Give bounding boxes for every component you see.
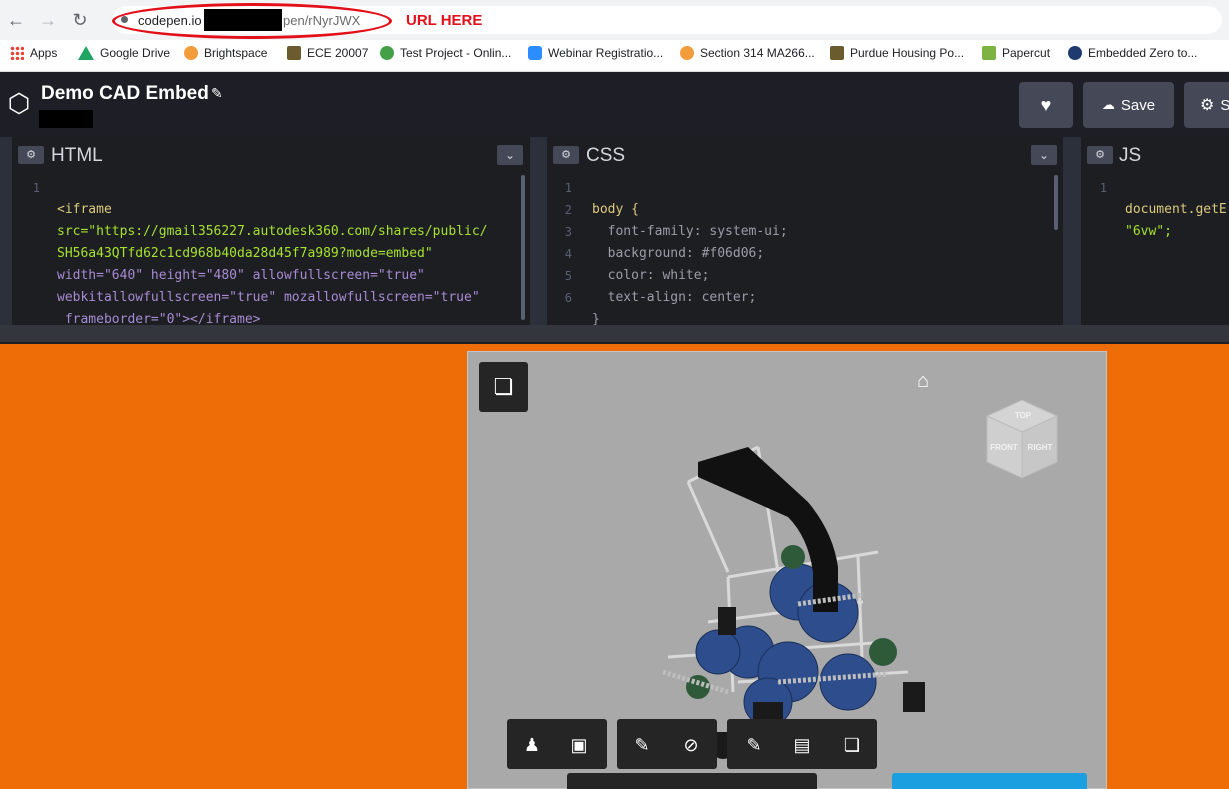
model-browser-icon[interactable]: ❏ <box>479 362 528 412</box>
js-panel-title: JS <box>1119 145 1142 166</box>
bookmark-label: Webinar Registratio... <box>548 46 664 60</box>
code-line: background: #f06d06; <box>592 246 765 261</box>
html-settings-icon[interactable]: ⚙ <box>18 146 44 164</box>
code-line: "6vw"; <box>1125 224 1172 239</box>
js-code[interactable]: document.getE "6vw"; <box>1125 177 1227 243</box>
robot-intake-belt <box>698 447 838 612</box>
line-number: 5 <box>564 269 572 283</box>
result-divider <box>0 342 1229 344</box>
settings-label: S <box>1220 96 1229 114</box>
line-number: 1 <box>564 181 572 195</box>
line-number: 2 <box>564 203 572 217</box>
viewcube-top: TOP <box>1015 411 1032 420</box>
resize-bar[interactable] <box>0 325 1229 342</box>
forward-arrow-icon[interactable]: → <box>38 10 58 30</box>
bookmark-section-314[interactable]: Section 314 MA266... <box>680 45 815 61</box>
code-line: <iframe <box>57 202 112 217</box>
css-code[interactable]: body { font-family: system-ui; backgroun… <box>592 177 788 331</box>
pen-title[interactable]: Demo CAD Embed <box>41 83 209 105</box>
html-panel-title: HTML <box>51 145 103 166</box>
line-number: 4 <box>564 247 572 261</box>
bookmark-ece-20007[interactable]: ECE 20007 <box>287 45 368 61</box>
secondary-toolbar[interactable] <box>567 773 817 789</box>
bookmark-label: Apps <box>30 46 58 60</box>
viewcube-right: RIGHT <box>1028 443 1053 452</box>
js-settings-icon[interactable]: ⚙ <box>1087 146 1113 164</box>
edit-pencil-icon[interactable]: ✎ <box>211 85 223 102</box>
brightspace-icon <box>680 46 694 60</box>
code-line: width="640" height="480" allowfullscreen… <box>57 268 425 283</box>
code-line: body { <box>592 202 639 217</box>
bookmark-label: Google Drive <box>100 46 171 60</box>
code-line: document.getE <box>1125 202 1227 217</box>
author-redaction <box>39 110 93 128</box>
codepen-logo-icon[interactable]: ⬡ <box>4 88 34 118</box>
papercut-icon <box>982 46 996 60</box>
bookmark-webinar[interactable]: Webinar Registratio... <box>528 45 663 61</box>
apps-grid-icon <box>10 46 24 60</box>
line-number: 1 <box>1099 181 1107 195</box>
bookmark-brightspace[interactable]: Brightspace <box>184 45 267 61</box>
model-cube-icon[interactable]: ❏ <box>838 731 866 759</box>
bookmark-embedded[interactable]: Embedded Zero to... <box>1068 45 1197 61</box>
camera-icon[interactable]: ▣ <box>565 731 593 759</box>
save-label: Save <box>1120 96 1156 114</box>
code-line: color: white; <box>592 268 710 283</box>
css-chevron-down-icon[interactable]: ⌄ <box>1031 145 1057 165</box>
bookmark-test-project[interactable]: Test Project - Onlin... <box>380 45 511 61</box>
home-icon[interactable]: ⌂ <box>917 370 929 393</box>
zoom-icon <box>528 46 542 60</box>
viewcube[interactable]: TOP FRONT RIGHT <box>985 398 1059 480</box>
cloud-icon: ☁ <box>1101 97 1115 112</box>
code-line: text-align: center; <box>592 290 757 305</box>
code-line: SH56a43QTfd62c1cd968b40da28d45f7a989?mod… <box>57 246 433 261</box>
purdue-icon <box>287 46 301 60</box>
bookmark-papercut[interactable]: Papercut <box>982 45 1050 61</box>
line-number: 3 <box>564 225 572 239</box>
bookmark-purdue-housing[interactable]: Purdue Housing Po... <box>830 45 964 61</box>
html-code[interactable]: <iframe src="https://gmail356227.autodes… <box>57 177 487 331</box>
annotation-ellipse <box>112 3 392 39</box>
embedded-icon <box>1068 46 1082 60</box>
bookmark-label: Brightspace <box>204 46 268 60</box>
walk-person-icon[interactable]: ♟ <box>518 731 546 759</box>
gear-icon: ⚙ <box>1200 97 1215 114</box>
reload-icon[interactable]: ↻ <box>70 10 90 30</box>
measure-ruler-icon[interactable]: ✎ <box>740 731 768 759</box>
bookmark-label: Embedded Zero to... <box>1088 46 1198 60</box>
line-number: 1 <box>32 181 40 195</box>
html-scrollbar[interactable] <box>521 175 525 320</box>
code-line: src="https://gmail356227.autodesk360.com… <box>57 224 488 239</box>
heart-icon: ♥ <box>1040 94 1052 115</box>
bookmark-apps[interactable]: Apps <box>10 45 57 61</box>
viewcube-front: FRONT <box>990 443 1018 452</box>
bookmark-label: Papercut <box>1002 46 1051 60</box>
html-chevron-down-icon[interactable]: ⌄ <box>497 145 523 165</box>
settings-button[interactable]: ⚙ S <box>1184 82 1229 128</box>
bookmark-label: ECE 20007 <box>307 46 369 60</box>
folder-icon[interactable]: ▤ <box>788 731 816 759</box>
bookmark-label: Purdue Housing Po... <box>850 46 965 60</box>
markup-pen-icon[interactable]: ✎ <box>628 731 656 759</box>
save-button[interactable]: ☁ Save <box>1083 82 1174 128</box>
css-scrollbar[interactable] <box>1054 175 1058 230</box>
bookmark-google-drive[interactable]: Google Drive <box>78 45 170 61</box>
css-settings-icon[interactable]: ⚙ <box>553 146 579 164</box>
back-arrow-icon[interactable]: ← <box>6 10 26 30</box>
purdue-icon <box>830 46 844 60</box>
annotation-label: URL HERE <box>406 12 483 29</box>
bookmark-label: Test Project - Onlin... <box>400 46 512 60</box>
css-line-numbers: 1 2 3 4 5 6 <box>558 177 572 309</box>
brightspace-icon <box>184 46 198 60</box>
code-line: webkitallowfullscreen="true" mozallowful… <box>57 290 480 305</box>
like-button[interactable]: ♥ <box>1019 82 1073 128</box>
eye-hidden-icon[interactable]: ⊘ <box>677 731 705 759</box>
leaf-icon <box>380 46 394 60</box>
google-drive-icon <box>78 46 94 60</box>
code-line: font-family: system-ui; <box>592 224 788 239</box>
bookmark-label: Section 314 MA266... <box>700 46 815 60</box>
css-panel-title: CSS <box>586 145 626 166</box>
viewer-action-button[interactable] <box>892 773 1087 789</box>
line-number: 6 <box>564 291 572 305</box>
